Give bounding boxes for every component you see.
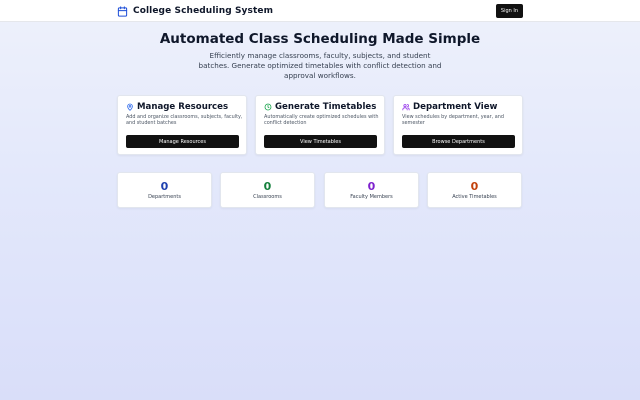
browse-departments-button[interactable]: Browse Departments xyxy=(402,135,515,148)
card-description: Automatically create optimized schedules… xyxy=(264,114,379,127)
stat-label: Faculty Members xyxy=(350,194,393,200)
sign-in-button[interactable]: Sign In xyxy=(496,4,523,18)
stat-label: Active Timetables xyxy=(452,194,497,200)
stat-label: Classrooms xyxy=(253,194,282,200)
stat-label: Departments xyxy=(148,194,181,200)
location-pin-icon xyxy=(126,103,137,111)
stat-value: 0 xyxy=(263,180,272,193)
clock-icon xyxy=(264,103,275,111)
card-title: Generate Timetables xyxy=(275,102,377,112)
card-title: Department View xyxy=(413,102,498,112)
hero-title: Automated Class Scheduling Made Simple xyxy=(159,31,481,47)
brand[interactable]: College Scheduling System xyxy=(117,4,273,18)
calendar-icon xyxy=(117,5,128,17)
app-title: College Scheduling System xyxy=(133,6,274,16)
stat-active-timetables: 0 Active Timetables xyxy=(427,172,522,208)
card-title: Manage Resources xyxy=(137,102,229,112)
top-navbar: College Scheduling System Sign In xyxy=(0,0,640,22)
stat-departments: 0 Departments xyxy=(117,172,212,208)
card-generate-timetables: Generate Timetables Automatically create… xyxy=(255,95,385,155)
stat-value: 0 xyxy=(160,180,169,193)
stat-faculty-members: 0 Faculty Members xyxy=(324,172,419,208)
hero-subtitle: Efficiently manage classrooms, faculty, … xyxy=(198,51,442,80)
users-icon xyxy=(402,103,413,111)
stat-value: 0 xyxy=(470,180,479,193)
card-description: View schedules by department, year, and … xyxy=(402,114,504,127)
view-timetables-button[interactable]: View Timetables xyxy=(264,135,377,148)
stat-classrooms: 0 Classrooms xyxy=(220,172,315,208)
card-manage-resources: Manage Resources Add and organize classr… xyxy=(117,95,247,155)
card-department-view: Department View View schedules by depart… xyxy=(393,95,523,155)
card-description: Add and organize classrooms, subjects, f… xyxy=(126,114,243,127)
stat-value: 0 xyxy=(367,180,376,193)
manage-resources-button[interactable]: Manage Resources xyxy=(126,135,239,148)
